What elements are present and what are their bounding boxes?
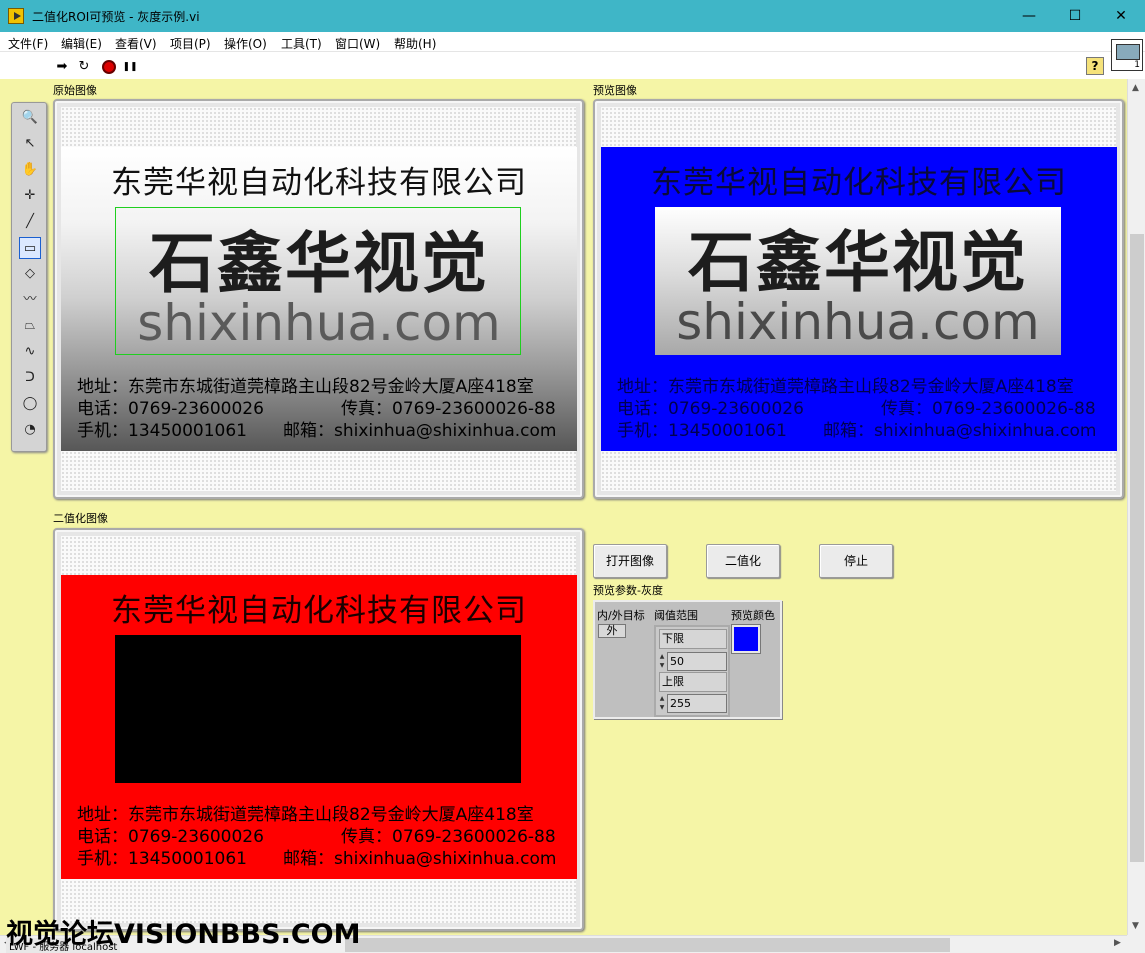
scroll-down-icon[interactable]: ▼ [1132,921,1139,931]
watermark: 视觉论坛VISIONBBS.COM [6,919,361,950]
preview-color-picker[interactable] [732,625,760,653]
mobile-email-line: 手机：13450001061 邮箱：shixinhua@shixinhua.co… [77,416,567,441]
lower-limit-input[interactable]: 50 [667,652,727,671]
vi-connector-icon[interactable]: 1 [1111,39,1143,71]
upper-limit-label: 上限 [659,672,727,692]
zoom-icon[interactable]: 🔍 [19,107,41,129]
vertical-scroll-thumb[interactable] [1130,234,1144,862]
close-button[interactable]: ✕ [1098,0,1144,32]
preview-params-cluster: 内/外目标 阈值范围 预览颜色 外 下限 ▲ ▼ 50 上限 ▲ ▼ 255 [593,600,782,719]
vi-icon-number: 1 [1134,60,1140,70]
company-name: 东莞华视自动化科技有限公司 [111,593,527,629]
email-text: 邮箱：shixinhua@shixinhua.com [283,421,557,441]
domain-text: shixinhua.com [137,294,501,352]
threshold-range-label: 阈值范围 [654,609,698,622]
rotated-rectangle-icon[interactable]: ◇ [19,263,41,285]
mobile-email-line: 手机：13450001061 邮箱：shixinhua@shixinhua.co… [77,844,567,869]
menu-edit[interactable]: 编辑(E) [61,35,102,52]
roi-region: 石鑫华视觉 shixinhua.com [115,635,521,783]
roi-tool-palette: 🔍 ↖ ✋ ✛ ╱ ▭ ◇ 〰 ⏢ ∿ ᑐ ◯ ◔ [11,102,47,452]
run-continuously-icon[interactable]: ↻ [76,59,92,75]
params-cluster-label: 预览参数-灰度 [593,584,663,597]
title-bar: 二值化ROI可预览 - 灰度示例.vi — ☐ ✕ [0,0,1145,32]
menu-view[interactable]: 查看(V) [115,35,157,52]
oval-icon[interactable]: ◯ [19,393,41,415]
maximize-button[interactable]: ☐ [1052,0,1098,32]
menu-tools[interactable]: 工具(T) [281,35,322,52]
stop-button[interactable]: 停止 [819,544,893,578]
menu-file[interactable]: 文件(F) [8,35,48,52]
mobile-text: 手机：13450001061 [77,421,247,441]
binary-card-image: 东莞华视自动化科技有限公司 石鑫华视觉 shixinhua.com 地址：东莞市… [61,575,577,879]
brand-text: 石鑫华视觉 [688,223,1028,301]
domain-text: shixinhua.com [676,293,1040,351]
toolbar: ➡ ↻ ❚❚ [0,53,1145,79]
menu-window[interactable]: 窗口(W) [335,35,380,52]
preview-color-label: 预览颜色 [731,609,775,622]
vertical-scrollbar[interactable]: ▲ ▼ [1127,79,1145,935]
hand-icon[interactable]: ✋ [19,159,41,181]
original-image-display[interactable]: 东莞华视自动化科技有限公司 石鑫华视觉 shixinhua.com 地址：东莞市… [53,99,584,499]
mobile-text: 手机：13450001061 [617,421,787,441]
open-image-button[interactable]: 打开图像 [593,544,667,578]
brand-text: 石鑫华视觉 [149,224,489,302]
threshold-range-cluster: 下限 ▲ ▼ 50 上限 ▲ ▼ 255 [654,625,730,717]
minimize-button[interactable]: — [1006,0,1052,32]
labview-vi-icon [8,8,24,24]
polyline-icon[interactable]: 〰 [19,289,41,311]
pause-icon[interactable]: ❚❚ [122,59,138,75]
scroll-right-icon[interactable]: ▶ [1114,938,1121,948]
menu-project[interactable]: 项目(P) [170,35,211,52]
company-name: 东莞华视自动化科技有限公司 [111,165,527,201]
mobile-text: 手机：13450001061 [77,849,247,869]
pointer-icon[interactable]: ↖ [19,133,41,155]
context-help-button[interactable]: ? [1086,57,1104,75]
annulus-icon[interactable]: ◔ [19,419,41,441]
rectangle-icon[interactable]: ▭ [19,237,41,259]
original-image-label: 原始图像 [53,84,97,97]
business-card-image: 东莞华视自动化科技有限公司 石鑫华视觉 shixinhua.com 地址：东莞市… [61,147,577,451]
upper-limit-input[interactable]: 255 [667,694,727,713]
polygon-icon[interactable]: ⏢ [19,315,41,337]
email-text: 邮箱：shixinhua@shixinhua.com [823,421,1097,441]
menu-bar: 文件(F) 编辑(E) 查看(V) 项目(P) 操作(O) 工具(T) 窗口(W… [0,32,1145,52]
roi-rectangle[interactable]: 石鑫华视觉 shixinhua.com [115,207,521,355]
freehand-line-icon[interactable]: ∿ [19,341,41,363]
binarize-button[interactable]: 二值化 [706,544,780,578]
horizontal-scroll-thumb[interactable] [345,938,950,952]
lower-limit-label: 下限 [659,629,727,649]
binary-image-label: 二值化图像 [53,512,108,525]
freehand-region-icon[interactable]: ᑐ [19,367,41,389]
lower-limit-spinner[interactable]: ▲ ▼ [658,652,666,671]
preview-image-label: 预览图像 [593,84,637,97]
in-out-label: 内/外目标 [597,609,645,622]
scroll-up-icon[interactable]: ▲ [1132,83,1139,93]
preview-image-display[interactable]: 东莞华视自动化科技有限公司 石鑫华视觉 shixinhua.com 地址：东莞市… [593,99,1124,499]
in-out-selector[interactable]: 外 [598,624,626,638]
roi-region: 石鑫华视觉 shixinhua.com [655,207,1061,355]
email-text: 邮箱：shixinhua@shixinhua.com [283,849,557,869]
crosshair-icon[interactable]: ✛ [19,185,41,207]
scroll-corner [1127,935,1145,953]
preview-card-image: 东莞华视自动化科技有限公司 石鑫华视觉 shixinhua.com 地址：东莞市… [601,147,1117,451]
company-name: 东莞华视自动化科技有限公司 [651,165,1067,201]
menu-operate[interactable]: 操作(O) [224,35,267,52]
run-icon[interactable]: ➡ [54,59,70,75]
binary-image-display[interactable]: 东莞华视自动化科技有限公司 石鑫华视觉 shixinhua.com 地址：东莞市… [53,528,584,931]
mobile-email-line: 手机：13450001061 邮箱：shixinhua@shixinhua.co… [617,416,1107,441]
abort-icon[interactable] [102,60,116,74]
window-title: 二值化ROI可预览 - 灰度示例.vi [32,10,200,24]
upper-limit-spinner[interactable]: ▲ ▼ [658,694,666,713]
menu-help[interactable]: 帮助(H) [394,35,436,52]
line-icon[interactable]: ╱ [19,211,41,233]
